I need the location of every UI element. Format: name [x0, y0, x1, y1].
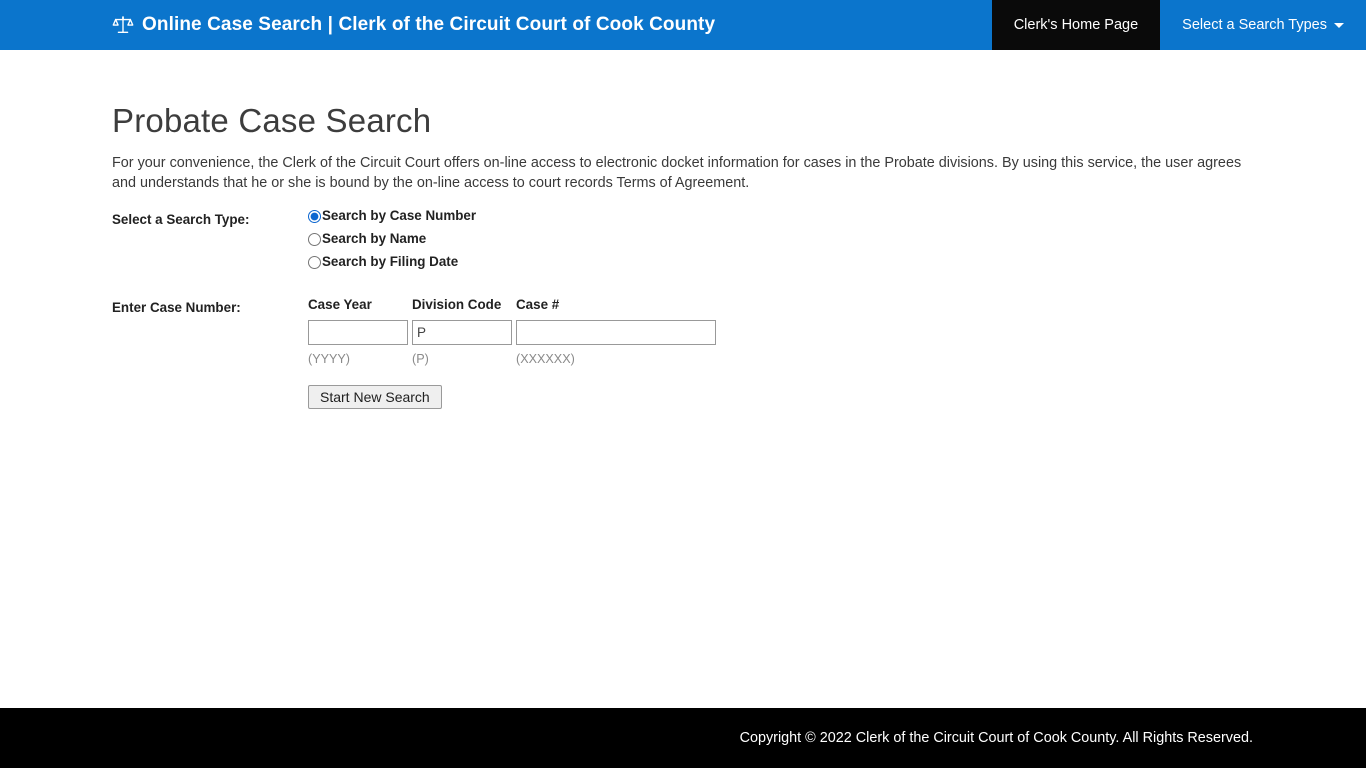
case-number-input[interactable]	[516, 320, 716, 345]
brand-title: Online Case Search | Clerk of the Circui…	[142, 14, 716, 35]
radio-input-search-by-filing-date[interactable]	[308, 255, 321, 269]
field-header-division-code: Division Code	[412, 297, 502, 312]
search-type-row: Select a Search Type: Search by Case Num…	[112, 209, 1254, 269]
brand-link[interactable]: Online Case Search | Clerk of the Circui…	[0, 0, 715, 50]
case-year-input[interactable]	[308, 320, 408, 345]
radio-label: Search by Filing Date	[322, 254, 459, 269]
chevron-down-icon	[1334, 22, 1344, 28]
radio-label: Search by Case Number	[322, 208, 477, 223]
search-type-label: Select a Search Type:	[112, 212, 250, 227]
case-number-label: Enter Case Number:	[112, 300, 241, 315]
field-hint-case-year: (YYYY)	[308, 352, 350, 366]
main-content: Probate Case Search For your convenience…	[0, 50, 1366, 409]
nav-item-select-a-search-types[interactable]: Select a Search Types	[1160, 0, 1366, 50]
intro-paragraph: For your convenience, the Clerk of the C…	[112, 155, 1242, 191]
start-new-search-button[interactable]: Start New Search	[308, 385, 442, 409]
radio-option-search-by-name[interactable]: Search by Name	[308, 232, 476, 246]
division-code-input[interactable]	[412, 320, 512, 345]
footer-copyright: Copyright © 2022 Clerk of the Circuit Co…	[739, 730, 1253, 746]
radio-input-search-by-name[interactable]	[308, 232, 321, 246]
field-header-case-number: Case #	[516, 297, 560, 312]
navbar-spacer	[715, 0, 992, 50]
navbar-links: Clerk's Home Page Select a Search Types	[991, 0, 1366, 50]
radio-label: Search by Name	[322, 231, 427, 246]
case-number-row: Enter Case Number: Case Year (YYYY) Divi…	[112, 297, 1254, 366]
radio-option-search-by-case-number[interactable]: Search by Case Number	[308, 209, 476, 223]
radio-option-search-by-filing-date[interactable]: Search by Filing Date	[308, 255, 476, 269]
page-footer: Copyright © 2022 Clerk of the Circuit Co…	[0, 708, 1366, 768]
search-type-radio-group: Search by Case Number Search by Name Sea…	[308, 209, 476, 269]
field-hint-division-code: (P)	[412, 352, 429, 366]
field-header-case-year: Case Year	[308, 297, 372, 312]
nav-item-label: Clerk's Home Page	[1013, 17, 1139, 33]
field-group-case-number: Case # (XXXXXX)	[516, 297, 716, 366]
top-navbar: Online Case Search | Clerk of the Circui…	[0, 0, 1366, 50]
page-root: Online Case Search | Clerk of the Circui…	[0, 0, 1366, 768]
scales-of-justice-icon	[112, 14, 134, 36]
field-group-division-code: Division Code (P)	[412, 297, 512, 366]
case-number-fields: Case Year (YYYY) Division Code (P) Case …	[308, 297, 716, 366]
nav-item-clerks-home-page[interactable]: Clerk's Home Page	[991, 0, 1161, 50]
submit-row: Start New Search	[112, 385, 1254, 409]
field-group-case-year: Case Year (YYYY)	[308, 297, 408, 366]
nav-item-label: Select a Search Types	[1182, 17, 1327, 33]
page-title: Probate Case Search	[112, 102, 432, 139]
radio-input-search-by-case-number[interactable]	[308, 209, 321, 223]
field-hint-case-number: (XXXXXX)	[516, 352, 575, 366]
